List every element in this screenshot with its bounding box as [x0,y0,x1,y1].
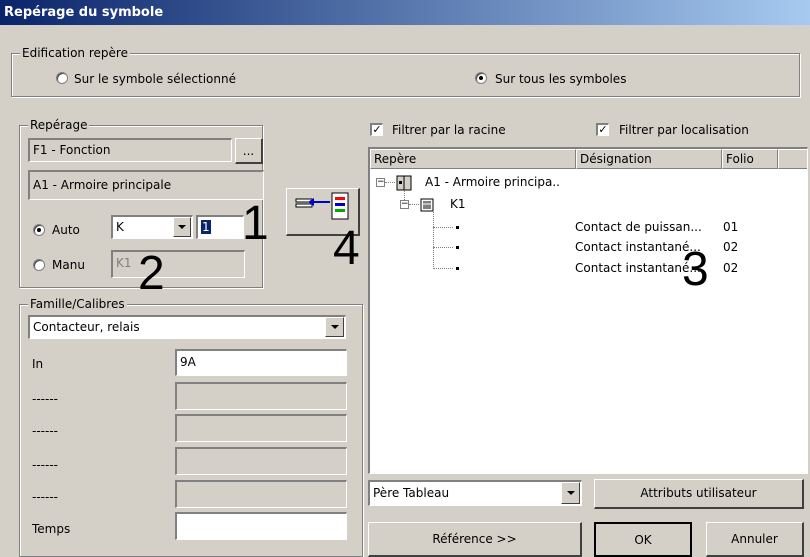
calibre-field-2 [175,382,347,410]
tree-connector [385,182,395,183]
column-header-designation[interactable]: Désignation [576,149,722,169]
auto-number-value: 1 [201,220,211,234]
calibre-label-2: ------ [32,392,58,406]
tree-leaf-folio: 02 [723,240,739,254]
attributs-button[interactable]: Attributs utilisateur [594,479,804,509]
column-header-repere[interactable]: Repère [370,149,576,169]
calibre-field-5 [175,480,347,508]
tree-leaf-folio: 01 [723,220,739,234]
filter-localisation-label[interactable]: Filtrer par localisation [619,123,749,137]
auto-number-field[interactable]: 1 [196,215,244,239]
tree-root-label[interactable]: A1 - Armoire principa.. [425,175,560,189]
symbol-tree[interactable]: Repère Désignation Folio [368,147,808,474]
tree-connector [433,212,434,269]
tree-connector [433,268,453,269]
annotation-4: 4 [333,222,360,275]
cabinet-icon [396,175,412,191]
calibre-field-temps[interactable] [175,512,347,540]
localisation-field: A1 - Armoire principale [28,170,264,200]
famille-legend: Famille/Calibres [28,297,127,311]
manu-field: K1 [111,250,245,278]
filter-localisation-checkbox[interactable]: ✓ [596,123,609,136]
tree-child-label[interactable]: K1 [450,197,466,211]
annotation-1: 1 [242,197,269,250]
tree-leaf-folio: 02 [723,261,739,275]
tree-collapse-root-icon[interactable]: − [376,178,385,187]
filter-racine-checkbox[interactable]: ✓ [370,123,383,136]
column-header-folio[interactable]: Folio [722,149,778,169]
pere-combo[interactable]: Père Tableau [368,480,582,506]
tree-leaf-bullet [456,267,459,270]
reperage-legend: Repérage [28,118,90,132]
edition-legend: Edification repère [20,46,130,60]
pere-combo-value: Père Tableau [373,486,450,500]
fonction-field: F1 - Fonction [28,138,232,162]
tree-leaf-bullet [456,246,459,249]
radio-selected-symbol[interactable] [56,72,68,84]
calibre-label-temps: Temps [32,522,71,536]
reference-button[interactable]: Référence >> [368,522,582,557]
column-header-filler [778,149,807,169]
tree-connector [433,227,453,228]
famille-dropdown-arrow[interactable] [325,317,344,337]
auto-letter-dropdown-arrow[interactable] [173,217,191,237]
famille-combo-value: Contacteur, relais [33,320,140,334]
tree-leaf-designation[interactable]: Contact de puissan... [575,220,702,234]
window-title: Repérage du symbole [0,0,810,25]
tree-connector [433,247,453,248]
pere-dropdown-arrow[interactable] [561,482,580,504]
auto-letter-value: K [116,220,124,234]
calibre-label-4: ------ [32,458,58,472]
radio-manu-label[interactable]: Manu [52,258,85,272]
calibre-field-in[interactable]: 9A [175,349,347,376]
calibre-label-5: ------ [32,490,58,504]
relay-icon [420,198,434,212]
radio-all-symbols[interactable] [475,72,487,84]
calibre-field-4 [175,447,347,475]
tree-leaf-bullet [456,226,459,229]
radio-manu[interactable] [33,259,45,271]
calibre-label-3: ------ [32,424,58,438]
calibre-label-in: In [32,357,44,371]
tree-connector [409,204,419,205]
filter-racine-label[interactable]: Filtrer par la racine [392,123,506,137]
annuler-button[interactable]: Annuler [706,522,804,557]
calibre-field-3 [175,414,347,442]
annotation-3: 3 [682,243,709,296]
ok-button[interactable]: OK [594,522,692,557]
radio-selected-symbol-label[interactable]: Sur le symbole sélectionné [74,72,236,86]
radio-auto-label[interactable]: Auto [52,223,80,237]
radio-auto[interactable] [33,224,45,236]
browse-fonction-button[interactable]: ... [235,138,263,164]
famille-combo[interactable]: Contacteur, relais [28,315,346,339]
annotation-2: 2 [138,247,165,300]
radio-all-symbols-label[interactable]: Sur tous les symboles [495,72,626,86]
tree-collapse-child-icon[interactable]: − [400,200,409,209]
